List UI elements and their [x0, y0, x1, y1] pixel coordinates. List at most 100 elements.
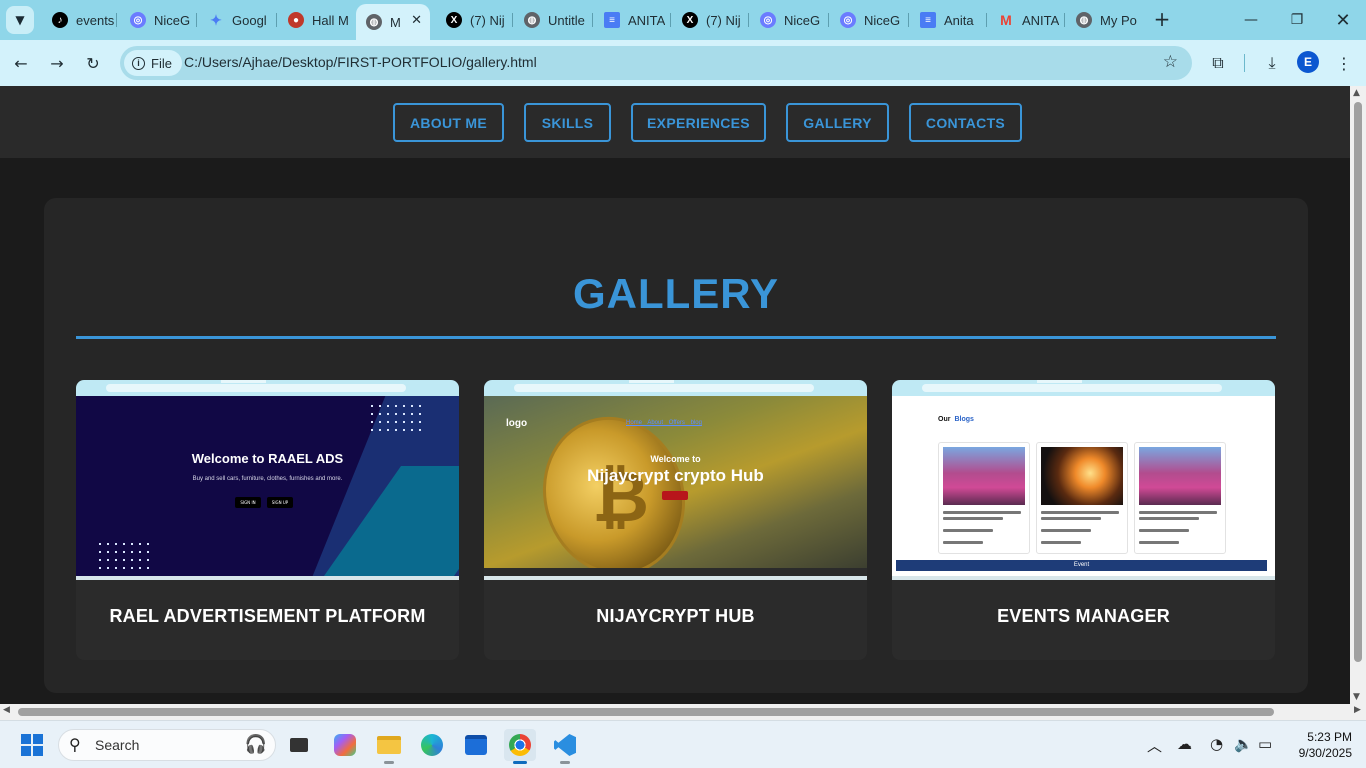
tab-gmail[interactable]: M ANITA: [988, 6, 1062, 34]
niceg-icon: ◎: [840, 12, 856, 28]
tab-anita-docs[interactable]: ≡ ANITA: [594, 6, 668, 34]
browser-menu-button[interactable]: ⋮: [1331, 50, 1357, 76]
gallery-card-events[interactable]: Our Blogs Event EVENTS MANAGER: [892, 380, 1275, 660]
scrollbar-thumb[interactable]: [1354, 102, 1362, 662]
tab-title: ANITA: [628, 12, 666, 28]
new-tab-button[interactable]: +: [1150, 8, 1174, 32]
battery-icon[interactable]: ▭: [1258, 735, 1272, 753]
close-window-button[interactable]: ✕: [1320, 0, 1366, 40]
tab-untitled[interactable]: ◍ Untitle: [514, 6, 590, 34]
url-text[interactable]: C:/Users/Ajhae/Desktop/FIRST-PORTFOLIO/g…: [184, 54, 537, 70]
m365-copilot-button[interactable]: [329, 729, 361, 761]
nijaycrypt-hero: ₿ logo Home About Offers blog Welcome to…: [484, 396, 867, 568]
nav-experiences[interactable]: EXPERIENCES: [631, 103, 766, 142]
chrome-icon: [509, 734, 531, 756]
screenshot-subtext: Buy and sell cars, furniture, clothes, f…: [192, 476, 343, 482]
tab-search-button[interactable]: ▼: [6, 6, 34, 34]
tab-anita-doc-2[interactable]: ≡ Anita: [910, 6, 984, 34]
screenshot-links: Home About Offers blog: [626, 420, 702, 426]
globe-icon: ◍: [524, 12, 540, 28]
wifi-icon[interactable]: ◔: [1210, 735, 1223, 753]
gallery-card-nijaycrypt[interactable]: ₿ logo Home About Offers blog Welcome to…: [484, 380, 867, 660]
vertical-scrollbar[interactable]: ▲ ▼: [1350, 86, 1366, 704]
tab-title: (7) Nij: [470, 12, 505, 28]
nav-contacts[interactable]: CONTACTS: [909, 103, 1022, 142]
vscode-icon: [554, 734, 576, 756]
niceg-icon: ◎: [760, 12, 776, 28]
gallery-section: GALLERY Welcome to RAAEL ADS Buy and sel…: [44, 198, 1308, 693]
tab-x-2[interactable]: X (7) Nij: [672, 6, 746, 34]
scroll-left-icon[interactable]: ◀: [3, 705, 10, 715]
project-screenshot[interactable]: ₿ logo Home About Offers blog Welcome to…: [484, 380, 867, 580]
gallery-card-rael[interactable]: Welcome to RAAEL ADS Buy and sell cars, …: [76, 380, 459, 660]
chevron-up-icon[interactable]: ︿: [1147, 735, 1162, 756]
tab-niceg-3[interactable]: ◎ NiceG: [830, 6, 906, 34]
minimize-button[interactable]: —: [1228, 0, 1274, 40]
windows-start-icon[interactable]: [21, 734, 43, 756]
site-info-chip[interactable]: i File: [124, 50, 182, 76]
reload-button[interactable]: ↻: [80, 50, 106, 76]
nav-gallery[interactable]: GALLERY: [786, 103, 889, 142]
bookmark-star-icon[interactable]: ☆: [1163, 52, 1178, 72]
onedrive-offline-icon[interactable]: ☁: [1177, 735, 1192, 753]
kebab-menu-icon: ⋮: [1336, 53, 1352, 73]
volume-icon[interactable]: 🔈: [1234, 735, 1253, 753]
tab-events[interactable]: ♪ events: [42, 6, 114, 34]
address-bar[interactable]: i File C:/Users/Ajhae/Desktop/FIRST-PORT…: [120, 46, 1192, 80]
screenshot-event-bar: Event: [896, 560, 1267, 571]
gemini-icon: ✦: [210, 11, 222, 28]
taskbar-search[interactable]: ⚲ Search 🎧: [58, 729, 276, 761]
scroll-right-icon[interactable]: ▶: [1354, 705, 1361, 715]
card-caption: NIJAYCRYPT HUB: [596, 606, 755, 626]
vscode-button[interactable]: [549, 729, 581, 764]
site-info-label: File: [151, 55, 172, 71]
scroll-up-icon[interactable]: ▲: [1353, 88, 1360, 98]
chevron-down-icon: ▼: [15, 13, 25, 27]
project-screenshot[interactable]: Welcome to RAAEL ADS Buy and sell cars, …: [76, 380, 459, 580]
tab-x-1[interactable]: X (7) Nij: [436, 6, 510, 34]
extensions-button[interactable]: ⧉: [1205, 50, 1231, 76]
close-icon: ✕: [1335, 9, 1351, 31]
restore-icon: ❐: [1290, 12, 1304, 28]
events-page: Our Blogs Event: [892, 396, 1275, 576]
chrome-button[interactable]: [504, 729, 536, 764]
tab-niceg-2[interactable]: ◎ NiceG: [750, 6, 826, 34]
forward-button[interactable]: →: [44, 50, 70, 76]
task-view-button[interactable]: [283, 729, 315, 761]
tab-active[interactable]: ◍ M ✕: [356, 4, 430, 40]
downloads-button[interactable]: ⤓: [1259, 50, 1285, 76]
event-thumb-card: [1134, 442, 1226, 554]
scrollbar-thumb[interactable]: [18, 708, 1274, 716]
tab-google[interactable]: ✦ Googl: [198, 6, 274, 34]
screenshot-heading: Nijaycrypt crypto Hub: [587, 466, 764, 485]
restore-button[interactable]: ❐: [1274, 0, 1320, 40]
profile-avatar[interactable]: E: [1297, 51, 1319, 73]
search-highlight-icon: 🎧: [244, 734, 267, 755]
tab-title: My Po: [1100, 12, 1137, 28]
niceg-icon: ◎: [130, 12, 146, 28]
tab-hall[interactable]: ● Hall M: [278, 6, 352, 34]
tab-title: NiceG: [784, 12, 821, 28]
docs-icon: ≡: [604, 12, 620, 28]
project-screenshot[interactable]: Our Blogs Event: [892, 380, 1275, 580]
gallery-title: GALLERY: [572, 270, 780, 317]
tab-title: M: [390, 14, 401, 30]
nav-about-me[interactable]: ABOUT ME: [393, 103, 504, 142]
tiktok-icon: ♪: [52, 12, 68, 28]
event-photo: [1139, 447, 1221, 505]
horizontal-scrollbar[interactable]: ◀ ▶: [0, 704, 1366, 720]
card-caption: EVENTS MANAGER: [997, 606, 1170, 626]
tab-niceg-1[interactable]: ◎ NiceG: [120, 6, 192, 34]
screenshot-welcome: Welcome to: [650, 454, 701, 464]
file-explorer-button[interactable]: [373, 729, 405, 764]
tab-my-portfolio[interactable]: ◍ My Po: [1066, 6, 1142, 34]
back-button[interactable]: ←: [8, 50, 34, 76]
tab-title: NiceG: [154, 12, 191, 28]
scroll-down-icon[interactable]: ▼: [1353, 692, 1360, 702]
nav-skills[interactable]: SKILLS: [524, 103, 611, 142]
close-icon[interactable]: ✕: [411, 12, 422, 28]
screenshot-heading: Our Blogs: [938, 416, 974, 423]
system-clock[interactable]: 5:23 PM 9/30/2025: [1286, 729, 1352, 761]
store-button[interactable]: [460, 729, 492, 761]
edge-button[interactable]: [416, 729, 448, 761]
